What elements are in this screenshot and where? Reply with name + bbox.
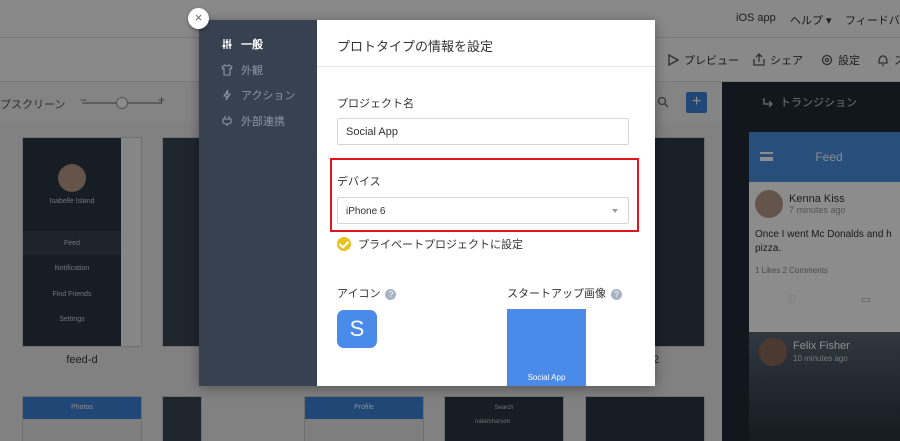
device-select-value: iPhone 6 [346,206,386,217]
launch-field: スタートアップ画像? [507,285,622,301]
project-name-input[interactable]: Social App [337,118,629,145]
shirt-icon [221,64,233,76]
lightning-icon [222,89,232,101]
chevron-down-icon [612,209,618,213]
sidebar-item-actions[interactable]: アクション [221,87,295,103]
project-settings-dialog: 一般 外観 アクション 外部連携 プロトタイプの情報を設定 プロジェクト名 So… [199,20,655,386]
settings-content: プロトタイプの情報を設定 プロジェクト名 Social App デバイス iPh… [317,20,655,386]
app-icon-preview[interactable]: S [337,310,377,348]
sidebar-item-label: 一般 [241,39,263,51]
sliders-icon [222,39,232,49]
sidebar-item-label: アクション [241,90,296,102]
sidebar-item-general[interactable]: 一般 [221,36,263,52]
sidebar-item-label: 外観 [241,65,263,77]
help-icon[interactable]: ? [611,288,622,300]
plug-icon [222,116,232,126]
icon-label: アイコン [337,288,381,300]
device-select[interactable]: iPhone 6 [337,197,629,224]
launch-image-label: スタートアップ画像 [507,288,606,300]
launch-image-text: Social App [527,373,566,382]
settings-sidebar: 一般 外観 アクション 外部連携 [199,20,317,386]
private-project-label: プライベートプロジェクトに設定 [358,239,523,251]
dialog-title: プロトタイプの情報を設定 [317,20,655,67]
project-name-label: プロジェクト名 [337,98,414,110]
private-project-checkbox[interactable]: プライベートプロジェクトに設定 [337,236,523,252]
check-icon [337,237,351,251]
icon-field: アイコン? [337,285,397,301]
device-label: デバイス [337,176,381,188]
sidebar-item-integrations[interactable]: 外部連携 [221,113,285,129]
sidebar-item-appearance[interactable]: 外観 [221,62,263,78]
launch-image-preview[interactable]: Social App [507,309,586,386]
sidebar-item-label: 外部連携 [241,116,285,128]
help-icon[interactable]: ? [385,288,397,300]
close-icon[interactable]: × [188,8,209,29]
